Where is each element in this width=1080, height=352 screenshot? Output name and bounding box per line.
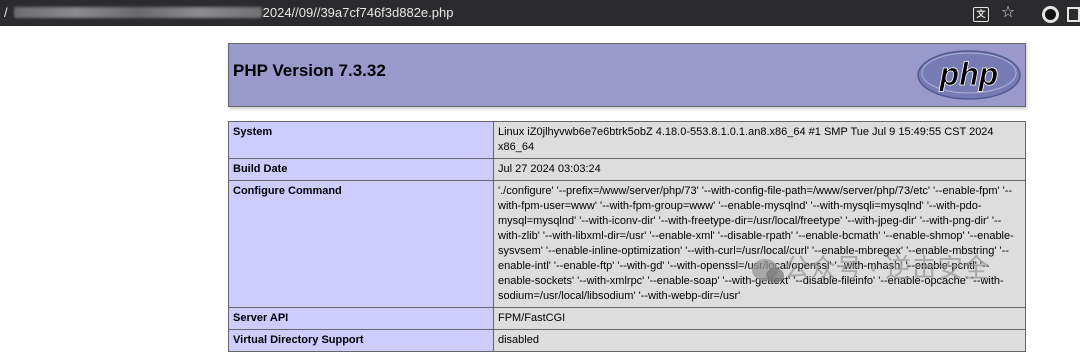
star-icon[interactable]: ☆ xyxy=(998,3,1018,23)
phpinfo-table: System Linux iZ0jlhyvwb6e7e6btrk5obZ 4.1… xyxy=(228,121,1026,352)
extension-icon[interactable] xyxy=(1066,3,1080,23)
row-key: Configure Command xyxy=(228,180,494,308)
table-row: Configure Command './configure' '--prefi… xyxy=(228,180,1026,308)
address-bar[interactable]: / 2024//09//39a7cf746f3d882e.php xyxy=(4,3,944,23)
table-row: Server API FPM/FastCGI xyxy=(228,307,1026,330)
php-logo-text: php xyxy=(939,56,999,92)
row-key: Virtual Directory Support xyxy=(228,329,494,352)
url-prefix: / xyxy=(4,5,8,20)
row-value: Jul 27 2024 03:03:24 xyxy=(493,158,1026,181)
table-row: Virtual Directory Support disabled xyxy=(228,329,1026,352)
row-value: disabled xyxy=(493,329,1026,352)
profile-icon[interactable] xyxy=(1040,3,1060,23)
browser-toolbar: / 2024//09//39a7cf746f3d882e.php 文 ☆ xyxy=(0,0,1080,26)
row-value: './configure' '--prefix=/www/server/php/… xyxy=(493,180,1026,308)
row-key: System xyxy=(228,121,494,159)
table-row: Build Date Jul 27 2024 03:03:24 xyxy=(228,158,1026,181)
url-path: 2024//09//39a7cf746f3d882e.php xyxy=(262,5,454,20)
page-title: PHP Version 7.3.32 xyxy=(233,61,386,80)
php-logo: php xyxy=(917,50,1021,100)
row-value: FPM/FastCGI xyxy=(493,307,1026,330)
redacted-url-part xyxy=(13,7,262,19)
row-value: Linux iZ0jlhyvwb6e7e6btrk5obZ 4.18.0-553… xyxy=(493,121,1026,159)
table-row: System Linux iZ0jlhyvwb6e7e6btrk5obZ 4.1… xyxy=(228,121,1026,159)
row-key: Build Date xyxy=(228,158,494,181)
phpinfo-header: PHP Version 7.3.32 php xyxy=(228,43,1026,107)
row-key: Server API xyxy=(228,307,494,330)
translate-icon[interactable]: 文 xyxy=(971,3,991,23)
